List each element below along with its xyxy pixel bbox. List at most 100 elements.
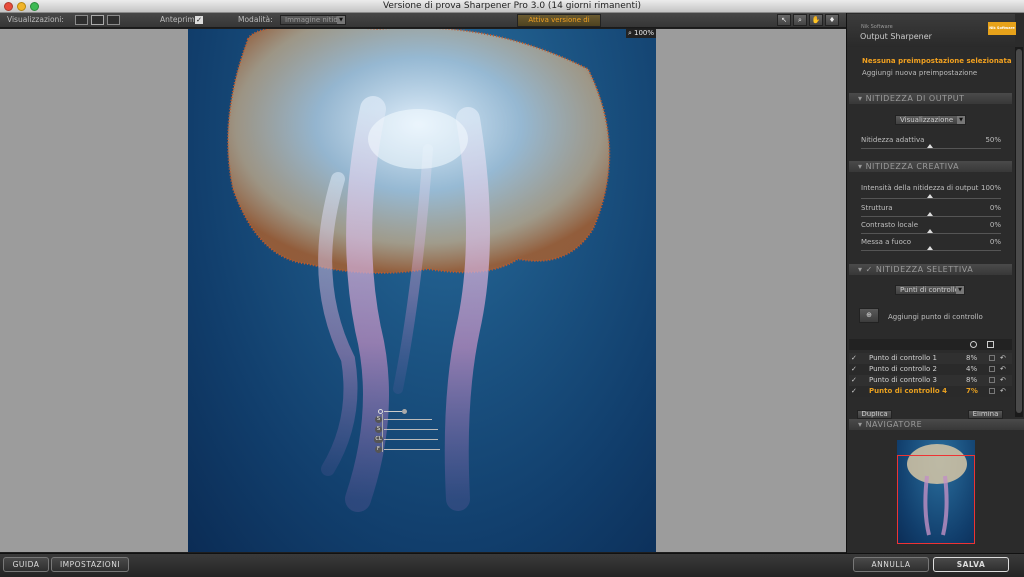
hand-tool-button[interactable]: ✋ bbox=[809, 14, 823, 26]
slider-knob[interactable] bbox=[927, 194, 933, 198]
control-point[interactable]: S S CL F bbox=[374, 407, 440, 457]
duplicate-button[interactable]: Duplica bbox=[857, 410, 892, 419]
close-window-button[interactable] bbox=[4, 2, 13, 11]
minimize-window-button[interactable] bbox=[17, 2, 26, 11]
section-output-sharpening[interactable]: ▾ NITIDEZZA DI OUTPUT bbox=[849, 93, 1012, 104]
section-creative-sharpening[interactable]: ▾ NITIDEZZA CREATIVA bbox=[849, 161, 1012, 172]
zoom-icon: ⌕ bbox=[798, 16, 802, 24]
visible-checkbox[interactable]: ✓ bbox=[851, 375, 857, 386]
section-selective-sharpening[interactable]: ▾ ✓ NITIDEZZA SELETTIVA bbox=[849, 264, 1012, 275]
zoom-icon: ⌕ bbox=[628, 29, 632, 37]
visible-checkbox[interactable]: ✓ bbox=[851, 364, 857, 375]
mask-toggle[interactable] bbox=[989, 366, 995, 372]
settings-button[interactable]: IMPOSTAZIONI bbox=[51, 557, 129, 572]
zoom-tool-button[interactable]: ⌕ bbox=[793, 14, 807, 26]
structure-value: 0% bbox=[989, 204, 1001, 212]
reset-icon[interactable]: ↶ bbox=[1000, 364, 1006, 375]
pin-tool-button[interactable]: ♦ bbox=[825, 14, 839, 26]
control-point-row[interactable]: ✓ Punto di controllo 1 8% ↶ bbox=[849, 353, 1012, 364]
cp-slider-s2[interactable]: S bbox=[375, 426, 382, 433]
arrow-icon: ↖ bbox=[781, 16, 787, 24]
adaptive-sharpening-slider[interactable] bbox=[861, 148, 1001, 149]
hand-icon: ✋ bbox=[811, 16, 821, 24]
collapse-icon: ▾ bbox=[858, 265, 866, 274]
activate-trial-button[interactable]: Attiva versione di prova bbox=[517, 14, 601, 35]
chevron-down-icon: ▼ bbox=[337, 16, 345, 24]
local-contrast-label: Contrasto locale bbox=[861, 221, 919, 229]
cp-slider-cl[interactable]: CL bbox=[374, 436, 383, 443]
single-view-button[interactable] bbox=[75, 15, 88, 25]
help-button[interactable]: GUIDA bbox=[3, 557, 49, 572]
pin-icon: ♦ bbox=[828, 16, 836, 24]
brand-title: Output Sharpener bbox=[860, 32, 932, 41]
adaptive-sharpening-value: 50% bbox=[985, 136, 1001, 144]
split-view-button[interactable] bbox=[91, 15, 104, 25]
reset-icon[interactable]: ↶ bbox=[1000, 353, 1006, 364]
zoom-window-button[interactable] bbox=[30, 2, 39, 11]
control-point-row-selected[interactable]: ✓ Punto di controllo 4 7% ↶ bbox=[849, 386, 1012, 397]
slider-knob[interactable] bbox=[927, 212, 933, 216]
window-title-bar: Versione di prova Sharpener Pro 3.0 (14 … bbox=[0, 0, 1024, 13]
slider-knob[interactable] bbox=[927, 246, 933, 250]
reset-icon[interactable]: ↶ bbox=[1000, 386, 1006, 397]
add-control-point-label: Aggiungi punto di controllo bbox=[888, 313, 983, 321]
cp-slider-f[interactable]: F bbox=[375, 446, 382, 453]
brand-small: Nik Software bbox=[861, 24, 893, 30]
selective-mode-dropdown[interactable]: Punti di controllo ▼ bbox=[895, 285, 965, 295]
navigator-viewport[interactable] bbox=[897, 455, 975, 544]
preset-selected[interactable]: Nessuna preimpostazione selezionata bbox=[862, 57, 1012, 65]
jellyfish-image bbox=[227, 29, 611, 512]
control-point-row[interactable]: ✓ Punto di controllo 3 8% ↶ bbox=[849, 375, 1012, 386]
focus-label: Messa a fuoco bbox=[861, 238, 911, 246]
window-title: Versione di prova Sharpener Pro 3.0 (14 … bbox=[382, 1, 642, 11]
reset-icon[interactable]: ↶ bbox=[1000, 375, 1006, 386]
zoom-level-indicator: ⌕ 100% bbox=[626, 29, 656, 38]
delete-button[interactable]: Elimina bbox=[968, 410, 1003, 419]
square-icon[interactable] bbox=[987, 341, 994, 348]
cancel-button[interactable]: ANNULLA bbox=[853, 557, 929, 572]
slider-knob[interactable] bbox=[927, 144, 933, 148]
navigator-thumbnail[interactable] bbox=[897, 440, 975, 544]
control-point-size-handle[interactable] bbox=[402, 409, 407, 414]
structure-slider[interactable] bbox=[861, 216, 1001, 217]
add-preset-link[interactable]: Aggiungi nuova preimpostazione bbox=[862, 69, 977, 77]
control-points-header bbox=[849, 339, 1012, 350]
mask-toggle[interactable] bbox=[989, 388, 995, 394]
chevron-down-icon: ▼ bbox=[957, 116, 965, 124]
collapse-icon: ▾ bbox=[858, 420, 866, 429]
panel-scrollbar[interactable] bbox=[1015, 47, 1023, 417]
output-view-dropdown[interactable]: Visualizzazione ▼ bbox=[895, 115, 966, 125]
chevron-down-icon: ▼ bbox=[956, 286, 964, 294]
enable-checkbox[interactable]: ✓ bbox=[866, 265, 873, 274]
mask-toggle[interactable] bbox=[989, 377, 995, 383]
output-intensity-slider[interactable] bbox=[861, 198, 1001, 199]
add-control-point-button[interactable]: ⊕ bbox=[859, 308, 879, 323]
mode-dropdown[interactable]: Immagine nitida ▼ bbox=[280, 15, 346, 25]
local-contrast-slider[interactable] bbox=[861, 233, 1001, 234]
mode-label: Modalità: bbox=[238, 15, 273, 24]
visible-checkbox[interactable]: ✓ bbox=[851, 386, 857, 397]
nik-logo: Nik Software bbox=[988, 22, 1016, 35]
side-by-side-view-button[interactable] bbox=[107, 15, 120, 25]
preview-checkbox[interactable]: ✓ bbox=[195, 16, 203, 24]
scrollbar-thumb[interactable] bbox=[1016, 49, 1022, 413]
cp-slider-s1[interactable]: S bbox=[375, 416, 382, 423]
save-button[interactable]: SALVA bbox=[933, 557, 1009, 572]
focus-slider[interactable] bbox=[861, 250, 1001, 251]
control-point-icon: ⊕ bbox=[866, 311, 872, 319]
arrow-tool-button[interactable]: ↖ bbox=[777, 14, 791, 26]
jellyfish-photo[interactable]: S S CL F bbox=[188, 29, 656, 552]
section-navigator[interactable]: ▾ NAVIGATORE bbox=[849, 419, 1024, 430]
output-intensity-value: 100% bbox=[980, 184, 1001, 192]
visible-checkbox[interactable]: ✓ bbox=[851, 353, 857, 364]
collapse-icon: ▾ bbox=[858, 94, 866, 103]
output-intensity-label: Intensità della nitidezza di output bbox=[861, 184, 979, 192]
mask-toggle[interactable] bbox=[989, 355, 995, 361]
control-point-row[interactable]: ✓ Punto di controllo 2 4% ↶ bbox=[849, 364, 1012, 375]
slider-knob[interactable] bbox=[927, 229, 933, 233]
focus-value: 0% bbox=[989, 238, 1001, 246]
views-label: Visualizzazioni: bbox=[7, 15, 64, 24]
local-contrast-value: 0% bbox=[989, 221, 1001, 229]
circle-icon[interactable] bbox=[970, 341, 977, 348]
collapse-icon: ▾ bbox=[858, 162, 866, 171]
